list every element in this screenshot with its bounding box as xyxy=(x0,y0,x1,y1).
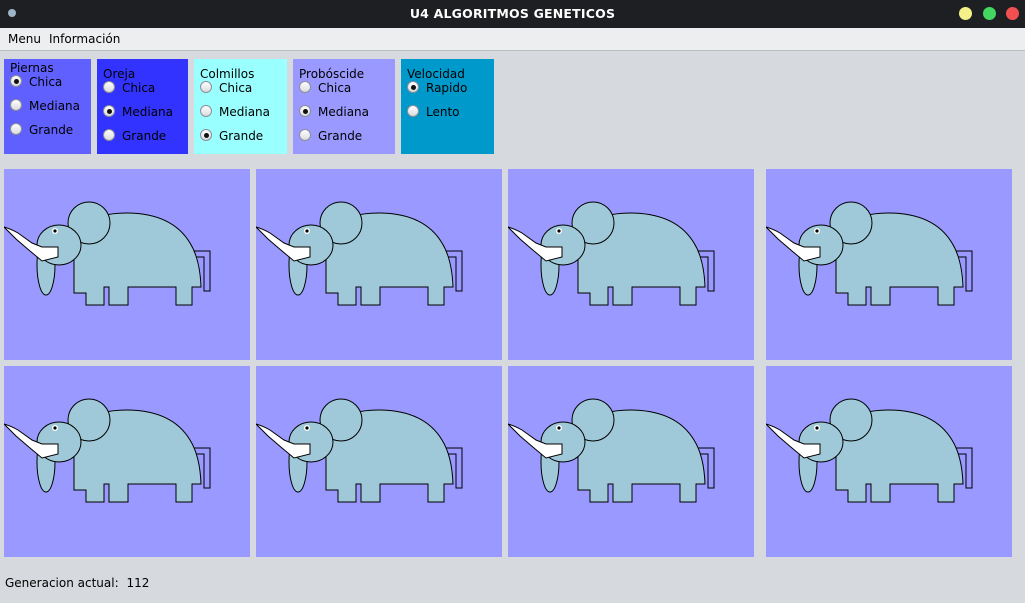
elephant-cell xyxy=(4,366,250,557)
elephant xyxy=(766,201,973,306)
radio-label: Mediana xyxy=(219,105,270,119)
radio-button-icon[interactable] xyxy=(200,129,212,141)
panel-proboscide: Probóscide Chica Mediana Grande xyxy=(293,59,395,154)
minimize-icon[interactable] xyxy=(959,7,972,20)
elephant-drawing xyxy=(766,398,973,503)
title-bar: U4 ALGORITMOS GENETICOS xyxy=(0,0,1025,28)
elephant xyxy=(256,201,463,306)
radio-button-icon[interactable] xyxy=(103,105,115,117)
radio-label: Chica xyxy=(29,75,63,89)
elephant-pupil xyxy=(815,426,819,430)
radio-button-icon[interactable] xyxy=(407,81,419,93)
elephant xyxy=(508,201,715,306)
radio-label: Mediana xyxy=(318,105,369,119)
elephant-cell xyxy=(508,366,754,557)
radio-button-icon[interactable] xyxy=(10,75,22,87)
radio-button-icon[interactable] xyxy=(103,81,115,93)
elephant-drawing xyxy=(766,201,973,306)
generation-status: Generacion actual: 112 xyxy=(5,576,149,590)
panel-velocidad: Velocidad Rapido Lento xyxy=(401,59,494,154)
radio-button-icon[interactable] xyxy=(200,81,212,93)
radio-label: Chica xyxy=(318,81,352,95)
elephant-pupil xyxy=(305,426,309,430)
generation-label: Generacion actual: xyxy=(5,576,119,590)
radio-label: Grande xyxy=(29,123,74,137)
radio-button-icon[interactable] xyxy=(103,129,115,141)
menu-bar: Menu Información xyxy=(0,28,1025,51)
elephant-drawing xyxy=(256,201,463,306)
panel-oreja: Oreja Chica Mediana Grande xyxy=(97,59,188,154)
elephant-cell xyxy=(256,366,502,557)
radio-label: Grande xyxy=(122,129,167,143)
generation-value: 112 xyxy=(126,576,150,590)
elephant-pupil xyxy=(53,426,57,430)
elephant xyxy=(4,398,211,503)
window-title: U4 ALGORITMOS GENETICOS xyxy=(409,6,616,21)
elephant xyxy=(766,398,973,503)
elephant-drawing xyxy=(256,398,463,503)
radio-button-icon[interactable] xyxy=(299,81,311,93)
radio-label: Rapido xyxy=(426,81,468,95)
elephant-pupil xyxy=(557,229,561,233)
elephant xyxy=(256,398,463,503)
elephant-pupil xyxy=(815,229,819,233)
elephant-pupil xyxy=(53,229,57,233)
radio-button-icon[interactable] xyxy=(407,105,419,117)
elephant-drawing xyxy=(4,398,211,503)
elephant xyxy=(508,398,715,503)
radio-label: Mediana xyxy=(29,99,80,113)
radio-button-icon[interactable] xyxy=(10,123,22,135)
menu-item-menu[interactable]: Menu xyxy=(8,32,41,46)
radio-label: Mediana xyxy=(122,105,173,119)
close-icon[interactable] xyxy=(1006,7,1019,20)
elephant-drawing xyxy=(508,201,715,306)
elephant-cell xyxy=(766,169,1012,360)
panel-piernas: Piernas Chica Mediana Grande xyxy=(4,59,91,154)
radio-label: Chica xyxy=(219,81,253,95)
radio-button-icon[interactable] xyxy=(10,99,22,111)
elephant-drawing xyxy=(4,201,211,306)
elephant-cell xyxy=(766,366,1012,557)
radio-label: Chica xyxy=(122,81,156,95)
elephant-cell xyxy=(4,169,250,360)
maximize-icon[interactable] xyxy=(983,7,996,20)
elephant-cell xyxy=(508,169,754,360)
radio-label: Lento xyxy=(426,105,460,119)
radio-button-icon[interactable] xyxy=(200,105,212,117)
elephant-pupil xyxy=(557,426,561,430)
radio-label: Grande xyxy=(318,129,363,143)
elephant-pupil xyxy=(305,229,309,233)
elephant xyxy=(4,201,211,306)
elephant-cell xyxy=(256,169,502,360)
menu-item-informacion[interactable]: Información xyxy=(49,32,120,46)
radio-label: Grande xyxy=(219,129,264,143)
elephant-drawing xyxy=(508,398,715,503)
panel-colmillos: Colmillos Chica Mediana Grande xyxy=(194,59,287,154)
radio-button-icon[interactable] xyxy=(299,105,311,117)
radio-button-icon[interactable] xyxy=(299,129,311,141)
